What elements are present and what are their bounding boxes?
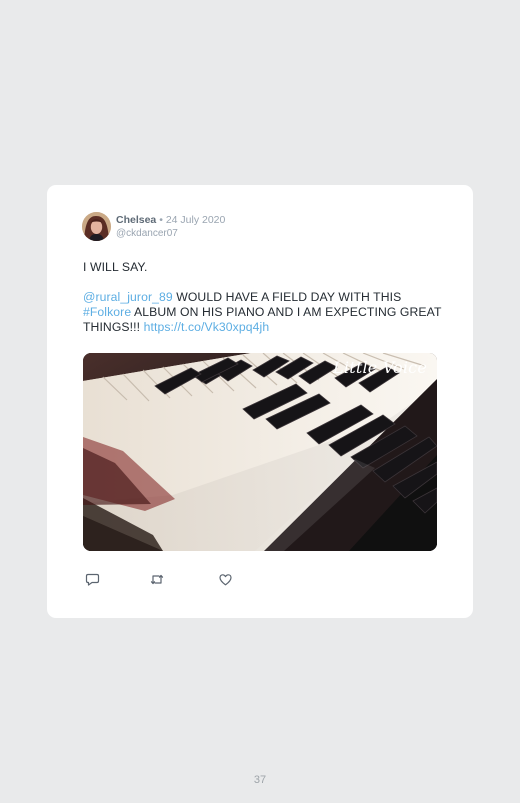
tweet-meta: Chelsea • 24 July 2020 @ckdancer07 — [116, 214, 225, 240]
tweet-text-line1: I WILL SAY. — [83, 260, 148, 274]
retweet-icon — [149, 572, 165, 592]
retweet-button[interactable] — [148, 573, 166, 591]
reply-button[interactable] — [83, 573, 101, 591]
like-button[interactable] — [216, 573, 234, 591]
tweet-card: Chelsea • 24 July 2020 @ckdancer07 I WIL… — [47, 185, 473, 618]
tweet-image-piano[interactable]: Little Voice — [83, 353, 437, 551]
tweet-date[interactable]: 24 July 2020 — [166, 214, 226, 226]
author-handle[interactable]: @ckdancer07 — [116, 227, 225, 240]
tweet-text: I WILL SAY. @rural_juror_89 WOULD HAVE A… — [83, 260, 443, 335]
hashtag-link[interactable]: #Folkore — [83, 305, 131, 319]
page-number: 37 — [253, 774, 267, 786]
url-link[interactable]: https://t.co/Vk30xpq4jh — [144, 320, 270, 334]
tweet-actions — [83, 573, 243, 591]
image-watermark: Little Voice — [333, 358, 427, 377]
avatar[interactable] — [82, 212, 111, 241]
heart-icon — [218, 572, 233, 592]
mention-link[interactable]: @rural_juror_89 — [83, 290, 173, 304]
tweet-text-segment: WOULD HAVE A FIELD DAY WITH THIS — [172, 290, 402, 304]
meta-separator: • — [159, 214, 163, 226]
author-name[interactable]: Chelsea — [116, 214, 156, 226]
comment-icon — [85, 572, 100, 592]
tweet-text-paragraph: @rural_juror_89 WOULD HAVE A FIELD DAY W… — [83, 290, 443, 335]
